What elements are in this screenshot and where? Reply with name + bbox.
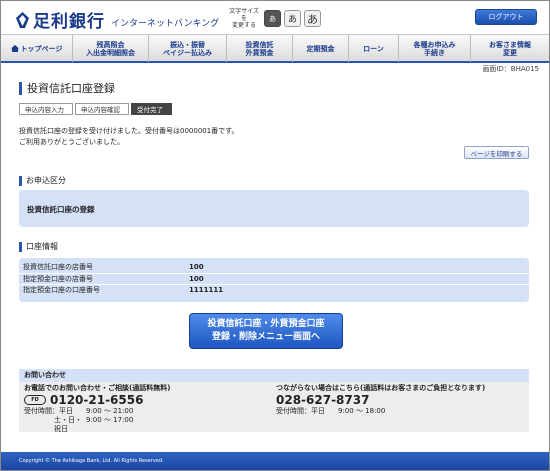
account-row-label: 指定預金口座の口座番号 [23,286,100,294]
nav-time-deposit[interactable]: 定期預金 [293,35,349,62]
step-complete: 受付完了 [131,103,172,115]
screen-id: 画面ID：BHA015 [482,65,539,73]
account-row-label: 投資信託口座の店番号 [23,263,93,271]
application-type: 投資信託口座の登録 [27,205,95,214]
account-row-value: 1111111 [189,286,224,294]
contact-free-heading: お電話でのお問い合わせ・ご相談(通話料無料) [24,384,171,392]
free-dial-icon: FD [24,395,46,405]
progress-steps: 申込内容入力 申込内容確認 受付完了 [19,103,174,115]
nav-applications[interactable]: 各種お申込み 手続き [399,35,471,62]
nav-balance-inquiry[interactable]: 残高照会 入出金明細照会 [73,35,149,62]
hours-value: 9:00 ～ 17:00 [86,416,134,424]
global-nav: トップページ 残高照会 入出金明細照会 振込・振替 ペイジー払込み 投資信託 外貨預金… [1,34,549,63]
print-page-button[interactable]: ページを印刷する [464,146,529,159]
bank-logo-icon [15,11,30,29]
bank-name: 足利銀行 [33,12,105,32]
account-row-value: 100 [189,263,204,271]
account-row: 指定預金口座の店番号 100 [19,273,529,284]
application-panel: 投資信託口座の登録 [19,190,529,227]
account-row: 投資信託口座の店番号 100 [19,262,529,273]
step-input: 申込内容入力 [19,103,73,115]
logout-button[interactable]: ログアウト [475,9,537,25]
contact-free-dial: お電話でのお問い合わせ・ご相談(通話料無料) FD 0120-21-6556 受… [24,384,170,434]
nav-investment-trust[interactable]: 投資信託 外貨預金 [227,35,293,62]
account-info-panel: 投資信託口座の店番号 100 指定預金口座の店番号 100 指定預金口座の口座番… [19,258,529,302]
free-dial-number[interactable]: FD 0120-21-6556 [24,393,170,407]
header: 足利銀行 インターネットバンキング 文字サイズを 変更する あ あ あ ログアウ… [1,1,549,34]
contact-alt-heading: つながらない場合はこちら(通話料はお客さまのご負担となります) [276,384,486,392]
bank-logo[interactable]: 足利銀行 インターネットバンキング [15,7,219,32]
hours-label: 受付時間：平日 [276,407,325,415]
alternate-phone-number[interactable]: 028-627-8737 [276,393,485,407]
hours-value: 9:00 ～ 21:00 [86,407,134,415]
account-row-value: 100 [189,275,204,283]
nav-transfer[interactable]: 振込・振替 ペイジー払込み [149,35,227,62]
step-confirm: 申込内容確認 [75,103,129,115]
footer-copyright: Copyright © The Ashikaga Bank, Ltd. All … [1,452,549,470]
application-section-title: お申込区分 [19,176,66,186]
service-name: インターネットバンキング [111,18,220,29]
hours-label: 土・日・祝日 [54,416,82,433]
nav-loan[interactable]: ローン [349,35,399,62]
account-row-label: 指定預金口座の店番号 [23,275,93,283]
registration-menu-button[interactable]: 投資信託口座・外貨預金口座 登録・削除メニュー画面へ [189,313,343,349]
text-size-medium-button[interactable]: あ [284,10,301,27]
text-size-label: 文字サイズを 変更する [229,8,259,29]
completion-message: 投資信託口座の登録を受け付けました。受付番号は0000001番です。 ご利用あり… [19,127,239,146]
nav-customer-info[interactable]: お客さま情報 変更 [471,35,549,62]
contact-panel: お電話でのお問い合わせ・ご相談(通話料無料) FD 0120-21-6556 受… [19,382,529,434]
hours-label: 受付時間：平日 [24,407,73,415]
text-size-switcher: 文字サイズを 変更する あ あ あ [227,8,321,29]
text-size-small-button[interactable]: あ [264,10,281,27]
contact-title: お問い合わせ [19,369,529,382]
home-icon [10,45,19,52]
text-size-large-button[interactable]: あ [304,10,321,27]
contact-alternate: つながらない場合はこちら(通話料はお客さまのご負担となります) 028-627-… [276,384,485,416]
account-row: 指定預金口座の口座番号 1111111 [19,284,529,295]
page-title: 投資信託口座登録 [19,82,115,95]
page: 足利銀行 インターネットバンキング 文字サイズを 変更する あ あ あ ログアウ… [0,0,550,471]
nav-top-page[interactable]: トップページ [1,35,73,62]
account-section-title: 口座情報 [19,242,58,252]
hours-value: 9:00 ～ 18:00 [338,407,386,415]
